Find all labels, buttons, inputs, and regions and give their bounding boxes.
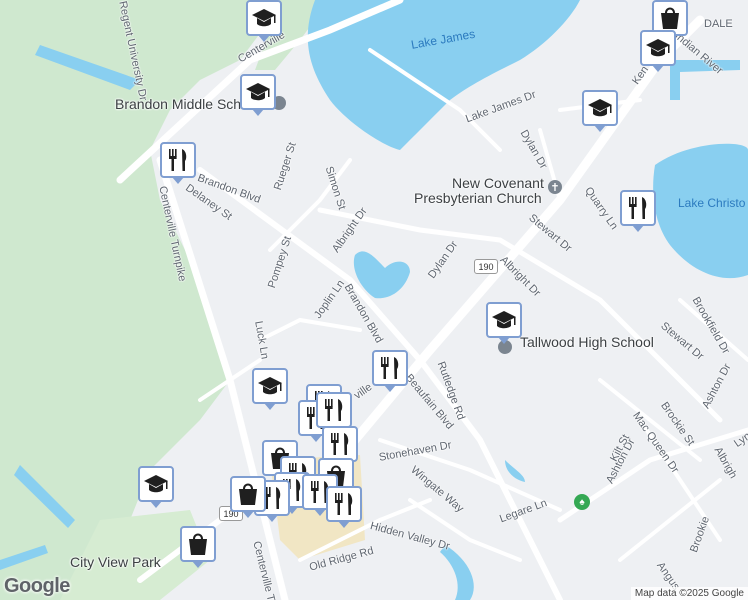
route-190-shield: 190 [474, 259, 498, 274]
shopping-icon [234, 480, 262, 508]
lake-christopher [653, 143, 748, 279]
restaurant-icon [330, 490, 358, 518]
park-tree-icon[interactable]: ♠ [574, 494, 590, 510]
church-icon[interactable]: ✝ [548, 180, 562, 194]
creek-south [440, 545, 474, 600]
restaurant-icon [320, 396, 348, 424]
shopping-marker[interactable] [230, 476, 266, 518]
shopping-icon [184, 530, 212, 558]
shopping-icon [656, 4, 684, 32]
school-icon [644, 34, 672, 62]
area-label: DALE [704, 18, 733, 30]
restaurant-icon [326, 430, 354, 458]
school-marker[interactable] [240, 74, 276, 116]
restaurant-marker[interactable] [322, 426, 358, 468]
school-marker[interactable] [582, 90, 618, 132]
shopping-marker[interactable] [180, 526, 216, 568]
school-marker[interactable] [246, 0, 282, 42]
map-attribution[interactable]: Map data ©2025 Google [630, 587, 748, 600]
city-view-park-label[interactable]: City View Park [70, 554, 161, 570]
restaurant-marker[interactable] [326, 486, 362, 528]
google-logo: Google [4, 575, 70, 597]
school-icon [490, 306, 518, 334]
school-marker[interactable] [252, 368, 288, 410]
route-190-number: 190 [478, 261, 494, 272]
school-icon [250, 4, 278, 32]
school-icon [256, 372, 284, 400]
lake-christopher-label: Lake Christo [678, 196, 746, 210]
tallwood-high-school-label[interactable]: Tallwood High School [520, 334, 654, 350]
school-icon [142, 470, 170, 498]
school-icon [244, 78, 272, 106]
pond-east [505, 460, 525, 482]
restaurant-marker[interactable] [160, 142, 196, 184]
school-marker[interactable] [138, 466, 174, 508]
restaurant-marker[interactable] [316, 392, 352, 434]
map-canvas[interactable]: 190 190 ✝ ♠ Lake James Lake Christo Bran… [0, 0, 748, 600]
map-base-layer [0, 0, 748, 600]
restaurant-icon [624, 194, 652, 222]
restaurant-icon [376, 354, 404, 382]
school-marker[interactable] [486, 302, 522, 344]
restaurant-marker[interactable] [620, 190, 656, 232]
new-covenant-label-line2[interactable]: Presbyterian Church [414, 190, 542, 206]
restaurant-marker[interactable] [372, 350, 408, 392]
school-icon [586, 94, 614, 122]
restaurant-icon [164, 146, 192, 174]
brandon-middle-school-label[interactable]: Brandon Middle Sch [115, 96, 241, 112]
new-covenant-label-line1[interactable]: New Covenant [452, 175, 544, 191]
school-marker[interactable] [640, 30, 676, 72]
